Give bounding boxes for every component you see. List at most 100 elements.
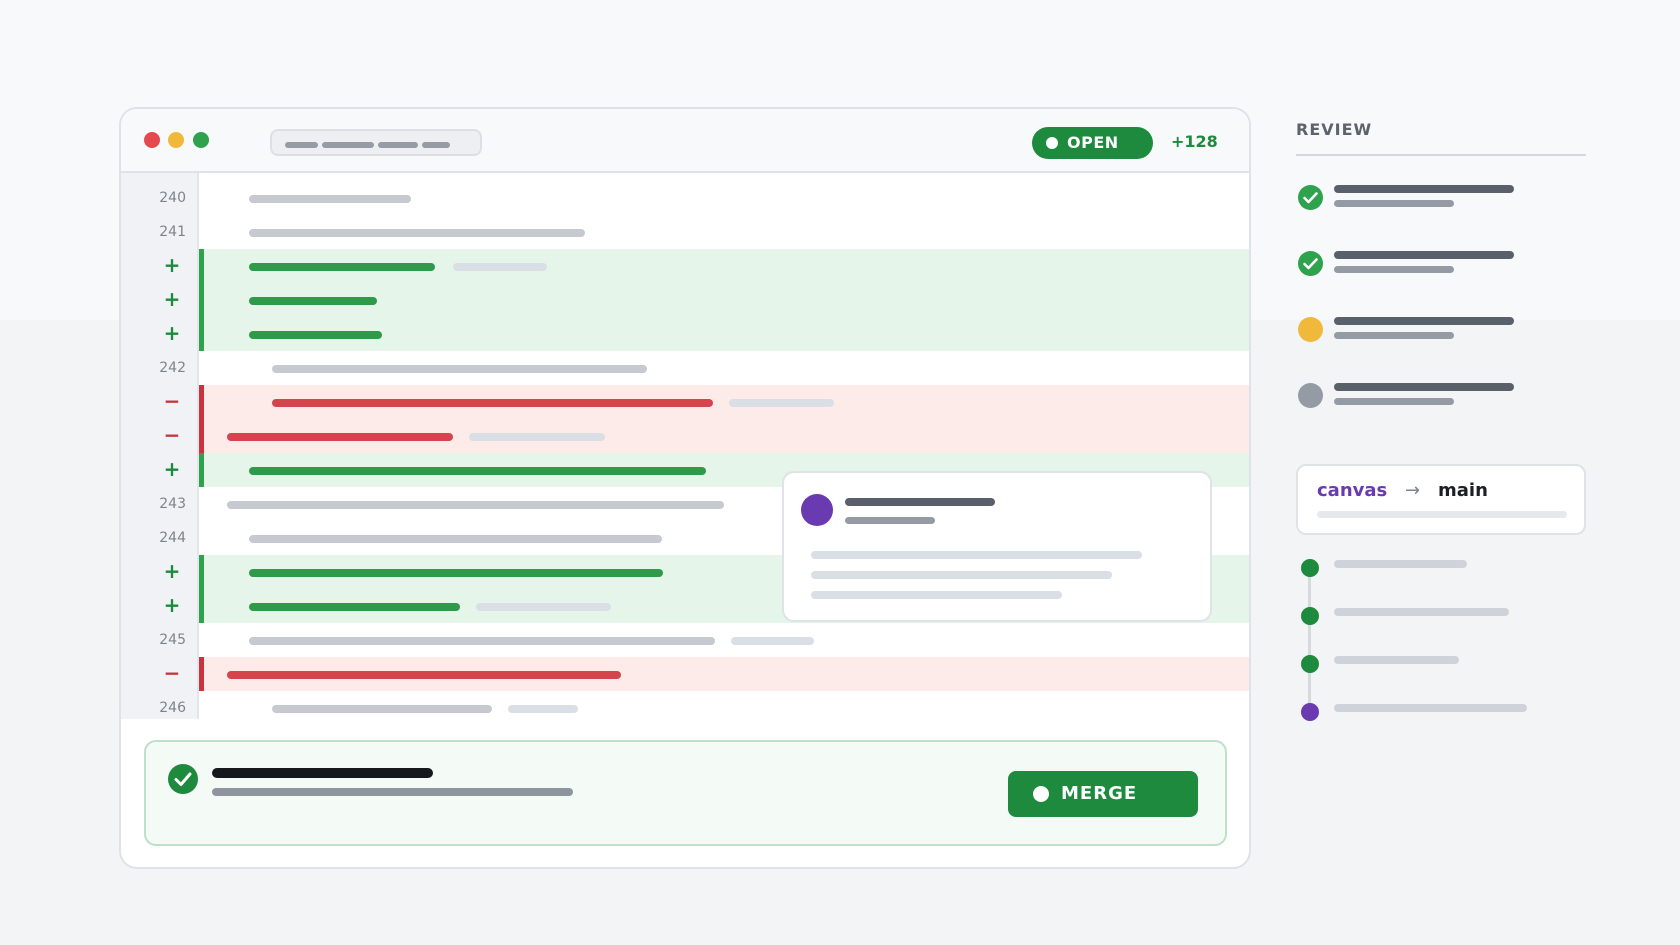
address-placeholder-segment xyxy=(322,142,374,148)
code-placeholder xyxy=(227,501,724,509)
diff-row-addition: + xyxy=(121,249,1249,283)
timeline-event-placeholder xyxy=(1334,656,1459,664)
code-placeholder xyxy=(249,637,715,645)
diff-row-deletion: − xyxy=(121,657,1249,691)
address-placeholder-segment xyxy=(422,142,450,148)
review-sidebar: REVIEW canvas → main xyxy=(1296,120,1586,721)
line-number: 245 xyxy=(159,632,186,648)
line-number: 242 xyxy=(159,360,186,376)
line-number: 241 xyxy=(159,224,186,240)
line-number: 243 xyxy=(159,496,186,512)
addition-marker: + xyxy=(163,457,181,481)
diff-view[interactable]: 240 241 + + + 242 − − + 243 244 + + 245 … xyxy=(121,173,1249,719)
code-placeholder xyxy=(249,263,435,271)
check-detail-placeholder xyxy=(1334,332,1454,339)
code-placeholder xyxy=(469,433,605,441)
status-title-placeholder xyxy=(212,768,433,778)
merge-button[interactable]: MERGE xyxy=(1008,771,1198,817)
addition-marker: + xyxy=(163,253,181,277)
merge-dot-icon xyxy=(1033,786,1049,802)
comment-text-placeholder xyxy=(811,551,1142,559)
diff-row-context: 240 xyxy=(121,181,1249,215)
code-placeholder xyxy=(249,603,460,611)
branch-detail-placeholder xyxy=(1317,511,1567,518)
diff-row-context: 245 xyxy=(121,623,1249,657)
comment-text-placeholder xyxy=(811,571,1112,579)
pull-request-window: OPEN +128 240 241 + + + 242 − − + 243 24… xyxy=(119,107,1251,869)
check-title-placeholder xyxy=(1334,383,1514,391)
deletion-marker: − xyxy=(163,661,181,685)
code-placeholder xyxy=(249,297,377,305)
address-placeholder-segment xyxy=(285,142,318,148)
code-placeholder xyxy=(249,195,411,203)
diff-row-context: 246 xyxy=(121,691,1249,725)
diff-row-context: 242 xyxy=(121,351,1249,385)
line-number: 240 xyxy=(159,190,186,206)
code-placeholder xyxy=(227,433,453,441)
inline-comment-card[interactable] xyxy=(782,471,1212,622)
change-count: +128 xyxy=(1171,132,1218,151)
address-bar[interactable] xyxy=(270,129,482,156)
code-placeholder xyxy=(227,671,621,679)
check-title-placeholder xyxy=(1334,251,1514,259)
diff-row-addition: + xyxy=(121,283,1249,317)
branch-target-card[interactable]: canvas → main xyxy=(1296,464,1586,535)
check-icon xyxy=(168,764,198,794)
addition-marker: + xyxy=(163,559,181,583)
check-detail-placeholder xyxy=(1334,266,1454,273)
source-branch: canvas xyxy=(1317,480,1388,501)
line-number: 244 xyxy=(159,530,186,546)
check-title-placeholder xyxy=(1334,185,1514,193)
line-number: 246 xyxy=(159,700,186,716)
addition-marker: + xyxy=(163,593,181,617)
status-dot-icon xyxy=(1046,137,1058,149)
diff-row-context: 241 xyxy=(121,215,1249,249)
addition-marker: + xyxy=(163,287,181,311)
merge-status-panel: MERGE xyxy=(144,740,1227,846)
arrow-right-icon: → xyxy=(1405,480,1421,501)
code-placeholder xyxy=(731,637,814,645)
diff-row-deletion: − xyxy=(121,385,1249,419)
code-placeholder xyxy=(249,229,585,237)
merge-button-label: MERGE xyxy=(1061,783,1138,804)
check-icon xyxy=(1298,251,1323,276)
address-placeholder-segment xyxy=(378,142,418,148)
code-placeholder xyxy=(249,535,662,543)
diff-row-deletion: − xyxy=(121,419,1249,453)
code-placeholder xyxy=(249,569,663,577)
maximize-window-button[interactable] xyxy=(193,132,209,148)
diff-row-addition: + xyxy=(121,317,1249,351)
code-placeholder xyxy=(508,705,578,713)
minimize-window-button[interactable] xyxy=(168,132,184,148)
check-icon xyxy=(1298,185,1323,210)
code-placeholder xyxy=(272,705,492,713)
target-branch: main xyxy=(1438,480,1488,501)
review-check-item[interactable] xyxy=(1296,248,1586,282)
pr-status-badge: OPEN xyxy=(1032,127,1153,159)
review-check-item[interactable] xyxy=(1296,182,1586,216)
review-check-item[interactable] xyxy=(1296,380,1586,414)
sidebar-title: REVIEW xyxy=(1296,120,1373,139)
code-placeholder xyxy=(729,399,834,407)
code-placeholder xyxy=(249,331,382,339)
queued-dot-icon xyxy=(1298,383,1323,408)
close-window-button[interactable] xyxy=(144,132,160,148)
code-placeholder xyxy=(453,263,547,271)
code-placeholder xyxy=(249,467,706,475)
title-bar: OPEN +128 xyxy=(121,109,1249,173)
check-title-placeholder xyxy=(1334,317,1514,325)
pending-dot-icon xyxy=(1298,317,1323,342)
review-check-item[interactable] xyxy=(1296,314,1586,348)
comment-meta-placeholder xyxy=(845,517,935,524)
status-badge-label: OPEN xyxy=(1067,133,1119,152)
addition-marker: + xyxy=(163,321,181,345)
timeline-event-dot xyxy=(1301,703,1319,721)
check-detail-placeholder xyxy=(1334,398,1454,405)
status-detail-placeholder xyxy=(212,788,573,796)
avatar[interactable] xyxy=(801,494,833,526)
deletion-marker: − xyxy=(163,423,181,447)
deletion-marker: − xyxy=(163,389,181,413)
timeline-event-dot xyxy=(1301,655,1319,673)
timeline-track xyxy=(1308,568,1311,716)
timeline-event-placeholder xyxy=(1334,704,1527,712)
